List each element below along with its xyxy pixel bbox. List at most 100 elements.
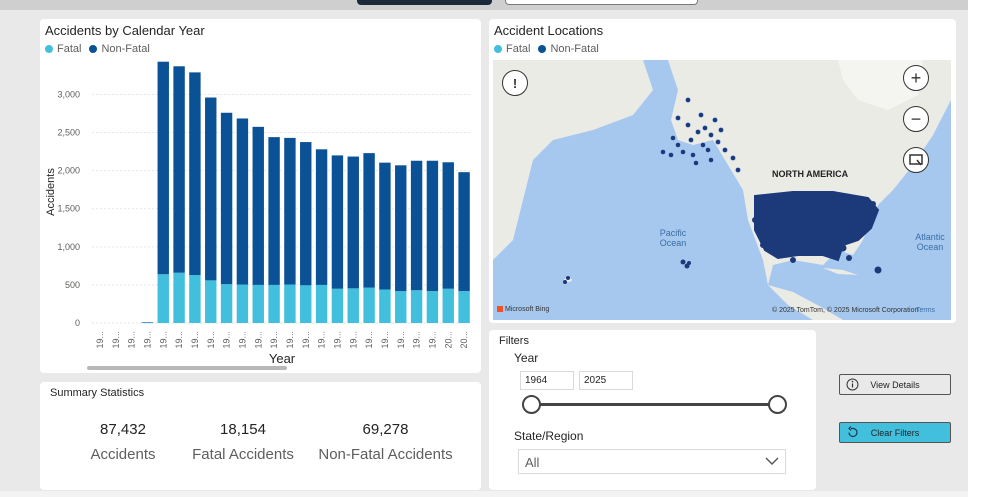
map-terms-link[interactable]: Terms: [916, 307, 935, 314]
bar-non-fatal[interactable]: [189, 72, 201, 276]
non-fatal-accidents-count: 69,278: [362, 421, 409, 438]
bar-non-fatal[interactable]: [395, 165, 407, 292]
bar-fatal[interactable]: [410, 290, 423, 323]
bar-fatal[interactable]: [173, 272, 185, 323]
accidents-label: Accidents: [90, 446, 156, 463]
reset-icon: [848, 426, 858, 438]
x-tick-label: 19...: [142, 331, 152, 349]
summary-title: Summary Statistics: [50, 387, 145, 399]
chart-scrollbar[interactable]: [87, 366, 287, 370]
clear-filters-button[interactable]: Clear Filters: [839, 422, 951, 443]
x-tick-label: 19...: [206, 331, 216, 349]
y-tick-label: 500: [65, 280, 80, 290]
map-title: Accident Locations: [494, 23, 604, 38]
bar-non-fatal[interactable]: [347, 156, 359, 289]
bar-non-fatal[interactable]: [252, 126, 264, 285]
y-tick-label: 3,000: [57, 89, 80, 99]
clear-filters-label: Clear Filters: [870, 427, 920, 438]
accident-locations-card: Accident Locations Fatal Non-Fatal ! + −…: [489, 19, 956, 323]
bar-fatal[interactable]: [284, 284, 296, 323]
bar-fatal[interactable]: [426, 291, 439, 323]
x-axis-label: Year: [269, 351, 296, 366]
bar-non-fatal[interactable]: [205, 97, 217, 281]
bar-fatal[interactable]: [220, 284, 233, 323]
page-tab-active[interactable]: [357, 0, 492, 5]
bar-fatal[interactable]: [252, 284, 264, 323]
bar-fatal[interactable]: [236, 284, 249, 323]
bar-non-fatal[interactable]: [410, 160, 423, 291]
view-details-button[interactable]: View Details: [839, 374, 951, 395]
x-tick-label: 19...: [364, 331, 374, 349]
x-tick-label: 20...: [443, 331, 453, 349]
year-filter-label: Year: [514, 351, 539, 365]
bar-fatal[interactable]: [205, 280, 217, 323]
bar-non-fatal[interactable]: [379, 162, 391, 290]
year-min-input[interactable]: 1964: [520, 371, 574, 390]
bar-non-fatal[interactable]: [220, 112, 233, 285]
bar-chart[interactable]: 3,000 2,500 2,000 1,500 1,000 500 0 19... 19...…: [40, 19, 481, 373]
bar-non-fatal[interactable]: [284, 137, 296, 285]
x-tick-label: 19...: [348, 331, 358, 349]
bar-fatal[interactable]: [331, 288, 344, 323]
x-tick-label: 19...: [412, 331, 422, 349]
year-slider-min-handle[interactable]: [522, 395, 541, 414]
x-tick-label: 19...: [174, 331, 184, 349]
accident-points: [563, 97, 882, 284]
fatal-accidents-label: Fatal Accidents: [192, 446, 294, 463]
zoom-out-icon[interactable]: −: [903, 106, 929, 132]
bar-fatal[interactable]: [268, 284, 280, 323]
accident-map[interactable]: ! + − NORTH AMERICA Pacific Ocean Atlanti…: [493, 60, 951, 320]
year-slider-max-handle[interactable]: [768, 395, 787, 414]
bar-non-fatal[interactable]: [268, 137, 280, 285]
map-copyright: © 2025 TomTom, © 2025 Microsoft Corporat…: [772, 307, 919, 314]
bottom-strip: [0, 491, 968, 497]
bar-non-fatal[interactable]: [141, 322, 154, 323]
x-tick-label: 19...: [427, 331, 437, 349]
bar-fatal[interactable]: [315, 284, 328, 323]
bar-non-fatal[interactable]: [236, 118, 249, 285]
x-tick-label: 20...: [459, 331, 469, 349]
bar-fatal[interactable]: [189, 275, 201, 323]
summary-statistics-card: Summary Statistics 87,432 Accidents 18,1…: [40, 382, 481, 490]
bar-fatal[interactable]: [395, 291, 407, 323]
bar-fatal[interactable]: [458, 291, 470, 323]
bing-logo: Microsoft Bing: [497, 306, 549, 313]
fatal-accidents-count: 18,154: [220, 421, 266, 438]
bar-non-fatal[interactable]: [300, 142, 312, 286]
bar-fatal[interactable]: [379, 289, 391, 323]
bar-fatal[interactable]: [300, 285, 312, 323]
x-tick-label: 19...: [158, 331, 168, 349]
y-tick-label: 2,000: [57, 166, 80, 176]
x-tick-label: 19...: [301, 331, 311, 349]
bar-non-fatal[interactable]: [173, 66, 185, 273]
bar-fatal[interactable]: [157, 274, 169, 323]
x-tick-label: 19...: [237, 331, 247, 349]
bar-non-fatal[interactable]: [458, 172, 470, 292]
bar-non-fatal[interactable]: [426, 160, 439, 292]
us-cluster: [752, 191, 882, 274]
x-tick-label: 19...: [222, 331, 232, 349]
bar-fatal[interactable]: [347, 288, 359, 323]
x-tick-label: 19...: [396, 331, 406, 349]
bar-fatal[interactable]: [442, 288, 454, 323]
selection-tool-icon[interactable]: [903, 147, 929, 173]
north-america-label: NORTH AMERICA: [772, 169, 849, 179]
year-max-input[interactable]: 2025: [579, 371, 633, 390]
state-dropdown[interactable]: All: [518, 449, 786, 474]
page-tab[interactable]: [505, 0, 698, 5]
x-tick-label: 19...: [111, 331, 121, 349]
zoom-in-icon[interactable]: +: [903, 65, 929, 91]
info-icon[interactable]: !: [502, 70, 528, 96]
bar-non-fatal[interactable]: [442, 162, 454, 289]
filters-title: Filters: [499, 335, 529, 347]
bar-non-fatal[interactable]: [315, 149, 328, 285]
x-tick-label: 19...: [127, 331, 137, 349]
year-slider-track[interactable]: [531, 403, 778, 406]
bar-non-fatal[interactable]: [363, 153, 375, 288]
bar-non-fatal[interactable]: [331, 155, 344, 289]
atlantic-ocean-label: Atlantic Ocean: [915, 232, 945, 252]
bar-fatal[interactable]: [363, 287, 375, 323]
x-tick-label: 19...: [332, 331, 342, 349]
bar-non-fatal[interactable]: [157, 61, 169, 275]
chevron-down-icon: [765, 457, 779, 465]
